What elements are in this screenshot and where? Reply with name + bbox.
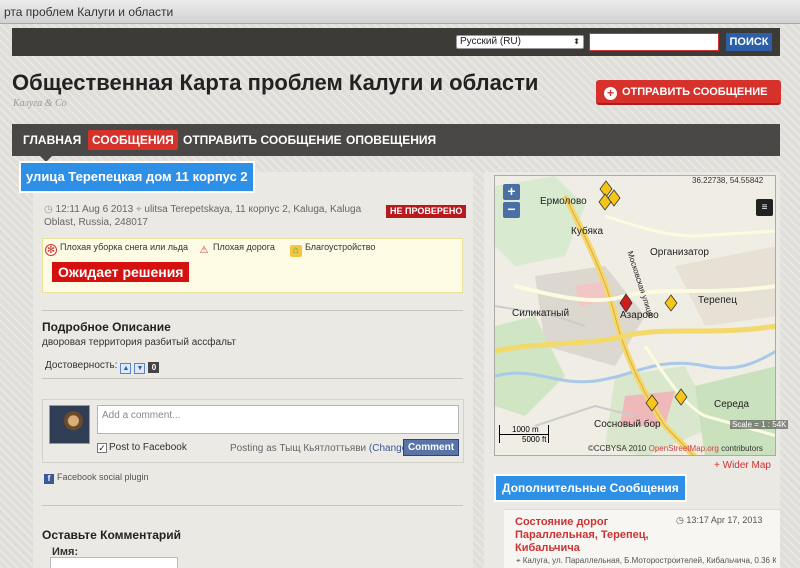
- reliability: Достоверность: ▲ ▼ 0: [45, 360, 160, 374]
- scale-feet: 5000 ft: [522, 435, 547, 444]
- site-tagline: Калуга & Co: [13, 98, 67, 109]
- description-title: Подробное Описание: [42, 320, 171, 334]
- more-report-link[interactable]: Состояние дорог Параллельная, Терепец, К…: [515, 516, 675, 555]
- more-report-time-text: 13:17 Apr 17, 2013: [686, 515, 763, 525]
- nav-item-alerts[interactable]: ОПОВЕЩЕНИЯ: [346, 130, 436, 150]
- wider-map-label: Wider Map: [722, 460, 771, 471]
- map-label: Терепец: [698, 295, 737, 306]
- attribution-suffix: contributors: [718, 444, 763, 453]
- status-badge: НЕ ПРОВЕРЕНО: [386, 205, 467, 218]
- send-report-label: ОТПРАВИТЬ СООБЩЕНИЕ: [622, 86, 768, 98]
- send-report-button[interactable]: + ОТПРАВИТЬ СООБЩЕНИЕ: [596, 80, 781, 105]
- nav-item-reports[interactable]: СООБЩЕНИЯ: [88, 130, 178, 150]
- map-label: Кубяка: [571, 226, 604, 237]
- leave-comment-title: Оставьте Комментарий: [42, 528, 181, 542]
- attribution-text: ©CCBYSA 2010: [588, 444, 649, 453]
- house-icon: ⌂: [290, 245, 302, 257]
- category-label: Плохая уборка снега или льда: [60, 242, 188, 252]
- report-meta: ◷ 12:11 Aug 6 2013 ⌖ ulitsa Terepetskaya…: [44, 203, 384, 229]
- wider-map-link[interactable]: + Wider Map: [714, 460, 771, 471]
- layers-icon[interactable]: ≡: [756, 199, 773, 216]
- map-attribution: ©CCBYSA 2010 OpenStreetMap.org contribut…: [588, 444, 763, 453]
- more-report-time: ◷ 13:17 Apr 17, 2013: [676, 515, 762, 526]
- more-report-location-text: Калуга, ул. Параллельная, Б.Моторостроит…: [522, 556, 776, 565]
- divider: [42, 310, 463, 311]
- scale-meters: 1000 m: [512, 425, 539, 434]
- map-label: Организатор: [650, 247, 709, 258]
- map-label: Середа: [714, 399, 750, 410]
- select-arrows-icon: ⬍: [573, 37, 580, 46]
- nav-item-home[interactable]: ГЛАВНАЯ: [23, 130, 81, 150]
- window-title: рта проблем Калуги и области: [0, 0, 800, 24]
- post-to-facebook-label: Post to Facebook: [109, 442, 187, 453]
- zoom-in-button[interactable]: +: [503, 184, 520, 200]
- category-item[interactable]: ✻ Плохая уборка снега или льда: [45, 242, 188, 256]
- language-value: Русский (RU): [460, 36, 521, 47]
- map-label: Силикатный: [512, 308, 570, 319]
- posting-as-text: Posting as Тыщ Кьятлоттьяви: [230, 443, 367, 454]
- name-input[interactable]: [50, 557, 178, 568]
- plus-icon: +: [714, 460, 723, 471]
- description-text: дворовая территория разбитый ассфальт: [42, 337, 236, 348]
- nav-item-submit[interactable]: ОТПРАВИТЬ СООБЩЕНИЕ: [183, 130, 342, 150]
- vote-down-button[interactable]: ▼: [134, 363, 146, 374]
- search-button[interactable]: ПОИСК: [726, 33, 772, 51]
- main-nav: ГЛАВНАЯ СООБЩЕНИЯ ОТПРАВИТЬ СООБЩЕНИЕ ОП…: [12, 124, 780, 156]
- post-to-facebook-checkbox[interactable]: ✓ Post to Facebook: [97, 442, 187, 453]
- report-time: 12:11 Aug 6 2013: [55, 204, 134, 215]
- clock-icon: ◷: [44, 204, 53, 215]
- clock-icon: ◷: [676, 515, 687, 525]
- search-input[interactable]: [589, 33, 719, 51]
- avatar: [49, 405, 90, 444]
- more-reports-title: Дополнительные Сообщения: [494, 474, 687, 502]
- plus-icon: +: [604, 87, 617, 100]
- snow-icon: ✻: [45, 244, 57, 256]
- map-label: Ермолово: [540, 196, 587, 207]
- reliability-label: Достоверность:: [45, 360, 118, 371]
- comment-button[interactable]: Comment: [403, 439, 459, 456]
- zoom-out-button[interactable]: −: [503, 202, 520, 218]
- scale-bar: 1000 m 5000 ft: [499, 425, 549, 444]
- osm-link[interactable]: OpenStreetMap.org: [649, 444, 719, 453]
- map-scale: Scale = 1 : 54K: [730, 420, 789, 429]
- report-state: Ожидает решения: [52, 262, 190, 282]
- category-label: Плохая дорога: [213, 242, 275, 252]
- vote-up-button[interactable]: ▲: [120, 363, 132, 374]
- map-label: Сосновый бор: [594, 419, 661, 430]
- divider: [42, 505, 463, 506]
- divider: [42, 378, 463, 379]
- category-label: Благоустройство: [305, 242, 376, 252]
- site-title[interactable]: Общественная Карта проблем Калуги и обла…: [12, 70, 538, 96]
- report-title: улица Терепецкая дом 11 корпус 2: [19, 161, 255, 193]
- road-warning-icon: ⚠: [199, 245, 209, 256]
- posting-as: Posting as Тыщ Кьятлоттьяви (Change): [230, 443, 411, 454]
- facebook-plugin-text: Facebook social plugin: [57, 472, 149, 482]
- map-coordinates: 36.22738, 54.55842: [692, 176, 764, 185]
- facebook-plugin-label[interactable]: f Facebook social plugin: [44, 472, 149, 484]
- facebook-icon: f: [44, 474, 54, 484]
- comment-input[interactable]: Add a comment...: [97, 405, 459, 434]
- more-report-location: ⌖ Калуга, ул. Параллельная, Б.Моторостро…: [516, 556, 776, 566]
- category-item[interactable]: ⌂ Благоустройство: [290, 242, 375, 257]
- reliability-count: 0: [148, 362, 160, 373]
- category-item[interactable]: ⚠ Плохая дорога: [198, 242, 275, 257]
- language-select[interactable]: Русский (RU) ⬍: [456, 35, 584, 49]
- location-icon: ⌖: [135, 204, 142, 215]
- checkbox-checked-icon: ✓: [97, 443, 107, 453]
- location-icon: ⌖: [516, 556, 523, 565]
